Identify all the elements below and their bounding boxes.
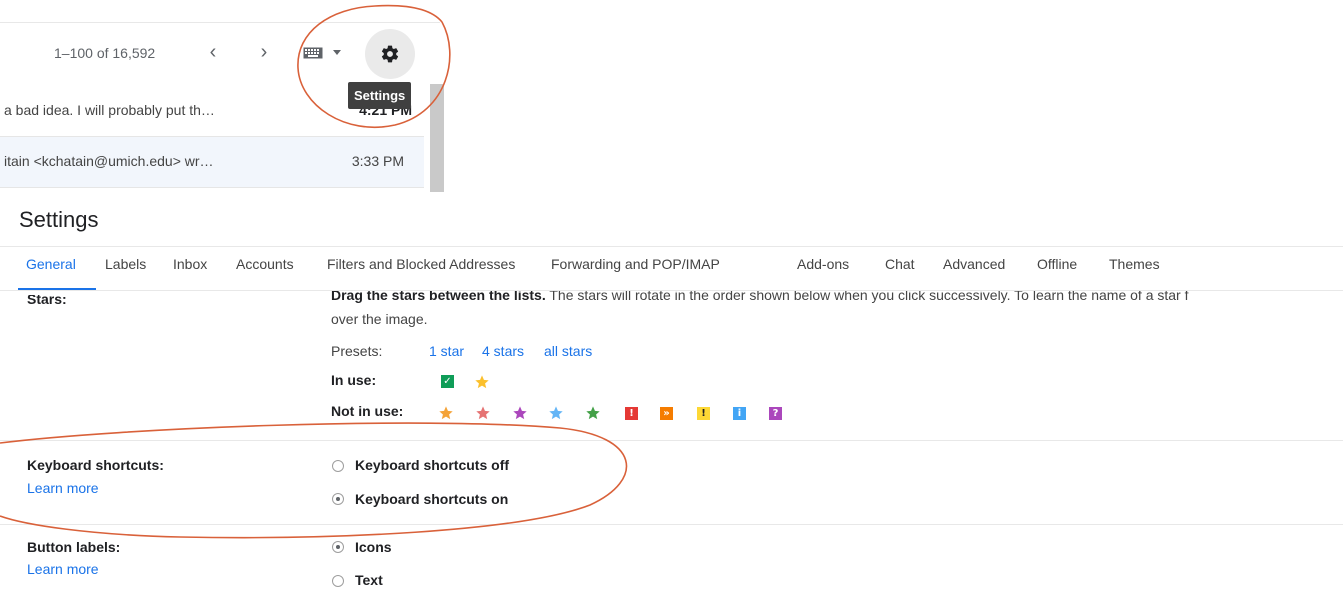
pagination-count: 1–100 of 16,592 bbox=[54, 45, 156, 61]
inbox-crop: 1–100 of 16,592 ‹ › a bad idea. I will p… bbox=[0, 0, 450, 192]
annotation-circle bbox=[0, 422, 628, 539]
orange-guillemet-icon[interactable]: » bbox=[660, 407, 673, 420]
scrollbar[interactable] bbox=[430, 84, 444, 192]
settings-tooltip: Settings bbox=[348, 82, 412, 109]
keyboard-shortcuts-on-radio[interactable] bbox=[332, 493, 344, 505]
preset-4-stars-link[interactable]: 4 stars bbox=[482, 343, 524, 359]
tab-advanced[interactable]: Advanced bbox=[943, 256, 1005, 272]
keyboard-shortcuts-label: Keyboard shortcuts: bbox=[27, 457, 164, 473]
divider bbox=[0, 440, 1343, 441]
keyboard-shortcuts-off-label[interactable]: Keyboard shortcuts off bbox=[355, 457, 509, 473]
button-labels-icons-label[interactable]: Icons bbox=[355, 539, 392, 555]
divider bbox=[0, 187, 424, 188]
keyboard-shortcuts-learn-more-link[interactable]: Learn more bbox=[27, 480, 99, 496]
stars-description-line2: over the image. bbox=[331, 311, 428, 327]
tab-filters[interactable]: Filters and Blocked Addresses bbox=[327, 256, 515, 272]
button-labels-label: Button labels: bbox=[27, 539, 121, 555]
chevron-left-icon[interactable]: ‹ bbox=[203, 41, 223, 64]
tab-chat[interactable]: Chat bbox=[885, 256, 915, 272]
divider bbox=[0, 290, 1343, 291]
presets-label: Presets: bbox=[331, 343, 383, 359]
button-labels-text-radio[interactable] bbox=[332, 575, 344, 587]
preset-1-star-link[interactable]: 1 star bbox=[429, 343, 464, 359]
email-time: 3:33 PM bbox=[351, 153, 404, 169]
tab-offline[interactable]: Offline bbox=[1037, 256, 1077, 272]
not-in-use-label: Not in use: bbox=[331, 403, 404, 419]
purple-question-icon[interactable]: ? bbox=[769, 407, 782, 420]
in-use-label: In use: bbox=[331, 372, 377, 388]
green-check-icon[interactable]: ✓ bbox=[441, 375, 454, 388]
red-bang-icon[interactable]: ! bbox=[625, 407, 638, 420]
preset-all-stars-link[interactable]: all stars bbox=[544, 343, 592, 359]
button-labels-learn-more-link[interactable]: Learn more bbox=[27, 561, 99, 577]
blue-star-icon[interactable] bbox=[548, 405, 564, 421]
tab-labels[interactable]: Labels bbox=[105, 256, 146, 272]
email-snippet: a bad idea. I will probably put th… bbox=[4, 102, 215, 118]
divider bbox=[0, 246, 1343, 247]
green-star-icon[interactable] bbox=[585, 405, 601, 421]
tab-forwarding[interactable]: Forwarding and POP/IMAP bbox=[551, 256, 720, 272]
purple-star-icon[interactable] bbox=[512, 405, 528, 421]
button-labels-text-label[interactable]: Text bbox=[355, 572, 383, 588]
yellow-bang-icon[interactable]: ! bbox=[697, 407, 710, 420]
orange-star-icon[interactable] bbox=[438, 405, 454, 421]
stars-label: Stars: bbox=[27, 291, 67, 307]
yellow-star-icon[interactable] bbox=[474, 374, 490, 390]
tab-accounts[interactable]: Accounts bbox=[236, 256, 294, 272]
divider bbox=[0, 524, 1343, 525]
keyboard-shortcuts-on-label[interactable]: Keyboard shortcuts on bbox=[355, 491, 508, 507]
page-title: Settings bbox=[19, 207, 99, 232]
settings-button[interactable] bbox=[365, 29, 415, 79]
red-star-icon[interactable] bbox=[475, 405, 491, 421]
tab-themes[interactable]: Themes bbox=[1109, 256, 1160, 272]
blue-info-icon[interactable]: i bbox=[733, 407, 746, 420]
chevron-right-icon[interactable]: › bbox=[254, 41, 274, 64]
gear-icon bbox=[381, 45, 399, 63]
button-labels-icons-radio[interactable] bbox=[332, 541, 344, 553]
divider bbox=[0, 22, 440, 23]
tab-general[interactable]: General bbox=[26, 256, 76, 272]
keyboard-shortcuts-off-radio[interactable] bbox=[332, 460, 344, 472]
tab-inbox[interactable]: Inbox bbox=[173, 256, 207, 272]
list-item[interactable]: itain <kchatain@umich.edu> wr… 3:33 PM bbox=[0, 136, 424, 187]
tab-add-ons[interactable]: Add-ons bbox=[797, 256, 849, 272]
keyboard-icon[interactable] bbox=[303, 47, 323, 59]
email-snippet: itain <kchatain@umich.edu> wr… bbox=[4, 153, 214, 169]
chevron-down-icon[interactable] bbox=[333, 50, 341, 55]
